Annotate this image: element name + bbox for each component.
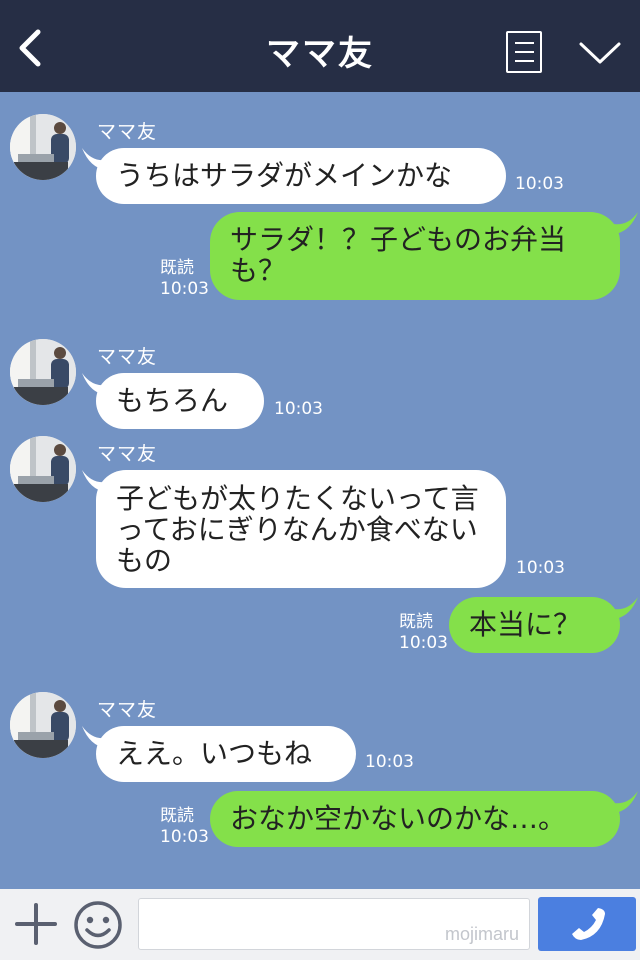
sender-name: ママ友 bbox=[97, 121, 158, 143]
read-receipt: 既読 10:03 bbox=[160, 258, 209, 300]
avatar[interactable] bbox=[10, 339, 76, 405]
message-time: 10:03 bbox=[274, 399, 323, 419]
message-input[interactable]: mojimaru bbox=[138, 898, 530, 950]
read-label: 既読 bbox=[160, 806, 194, 826]
message-time: 10:03 bbox=[515, 174, 564, 194]
read-label: 既読 bbox=[399, 612, 433, 632]
avatar[interactable] bbox=[10, 114, 76, 180]
chevron-down-icon[interactable] bbox=[578, 38, 622, 68]
phone-icon bbox=[572, 908, 605, 940]
avatar[interactable] bbox=[10, 436, 76, 502]
message-bubble[interactable]: サラダ！？子どものお弁当も？ bbox=[210, 212, 620, 300]
read-label: 既読 bbox=[160, 258, 194, 278]
avatar-photo bbox=[10, 436, 76, 502]
avatar-photo bbox=[10, 339, 76, 405]
chat-header: ママ友 bbox=[0, 0, 640, 92]
watermark: mojimaru bbox=[444, 924, 519, 944]
message-bubble[interactable]: うちはサラダがメインかな bbox=[96, 148, 506, 204]
smiley-icon[interactable] bbox=[73, 900, 123, 950]
message-time: 10:03 bbox=[365, 752, 414, 772]
message-bubble[interactable]: ええ。いつもね bbox=[96, 726, 356, 782]
avatar[interactable] bbox=[10, 692, 76, 758]
sender-name: ママ友 bbox=[97, 699, 158, 721]
message-bubble[interactable]: 本当に？ bbox=[449, 597, 620, 653]
sender-name: ママ友 bbox=[97, 346, 158, 368]
call-button[interactable] bbox=[538, 897, 636, 951]
message-time: 10:03 bbox=[516, 558, 565, 578]
message-bubble[interactable]: おなか空かないのかな…。 bbox=[210, 791, 620, 847]
message-bubble[interactable]: 子どもが太りたくないって言っておにぎりなんか食べないもの bbox=[96, 470, 506, 588]
message-time: 10:03 bbox=[399, 633, 448, 653]
read-receipt: 既読 10:03 bbox=[399, 612, 448, 654]
sender-name: ママ友 bbox=[97, 443, 158, 465]
avatar-photo bbox=[10, 114, 76, 180]
message-bubble[interactable]: もちろん bbox=[96, 373, 264, 429]
message-time: 10:03 bbox=[160, 827, 209, 847]
avatar-photo bbox=[10, 692, 76, 758]
read-receipt: 既読 10:03 bbox=[160, 806, 209, 848]
menu-icon[interactable] bbox=[506, 31, 542, 73]
message-time: 10:03 bbox=[160, 279, 209, 299]
plus-icon[interactable] bbox=[14, 902, 58, 946]
chat-title: ママ友 bbox=[266, 34, 374, 74]
